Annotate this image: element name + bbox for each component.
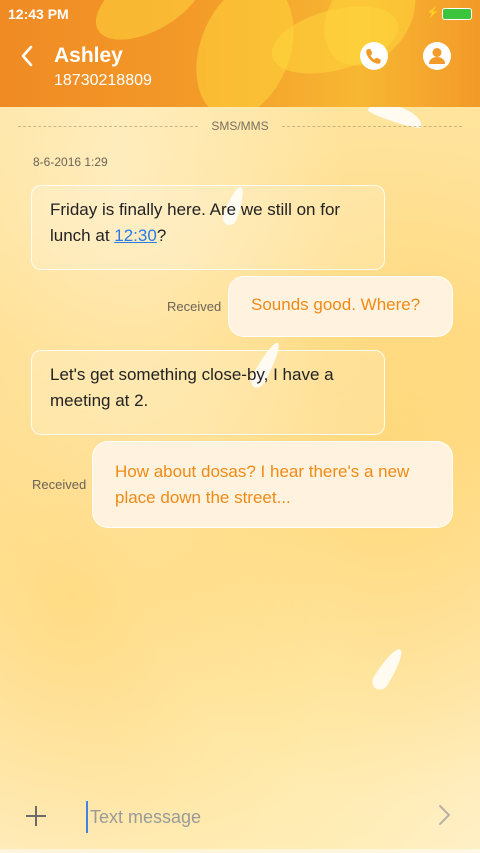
incoming-message[interactable]: Let's get something close-by, I have a m… [31, 350, 385, 435]
conversation-header: 12:43 PM ⚡ Ashley 18730218809 [0, 0, 480, 107]
message-text: How about dosas? I hear there's a new pl… [115, 462, 410, 507]
person-icon [429, 48, 445, 64]
phone-icon [366, 49, 381, 64]
status-time: 12:43 PM [8, 6, 69, 22]
contact-name[interactable]: Ashley [54, 44, 123, 68]
plus-icon[interactable] [25, 805, 47, 827]
message-text: Friday is finally here. Are we still on … [50, 200, 341, 245]
incoming-message[interactable]: Friday is finally here. Are we still on … [31, 185, 385, 270]
message-text-end: ? [156, 226, 167, 245]
outgoing-message[interactable]: How about dosas? I hear there's a new pl… [92, 441, 453, 528]
delivery-status: Received [167, 299, 222, 314]
bottom-edge [0, 849, 480, 853]
outgoing-message[interactable]: Sounds good. Where? [228, 276, 453, 337]
message-timestamp: 8-6-2016 1:29 [33, 155, 108, 169]
message-composer [0, 787, 480, 847]
separator-right [282, 126, 462, 127]
contact-number: 18730218809 [54, 72, 152, 89]
charging-icon: ⚡ [426, 7, 440, 19]
message-text: Sounds good. Where? [251, 295, 421, 314]
message-text: Let's get something close-by, I have a m… [50, 365, 334, 410]
message-input[interactable] [86, 801, 412, 833]
contact-profile-button[interactable] [423, 42, 451, 70]
back-chevron-icon[interactable] [16, 44, 40, 68]
send-chevron-icon[interactable] [436, 803, 452, 827]
time-link[interactable]: 12:30 [114, 226, 157, 245]
call-button[interactable] [360, 42, 388, 70]
delivery-status: Received [32, 477, 87, 492]
battery-icon [442, 8, 472, 20]
